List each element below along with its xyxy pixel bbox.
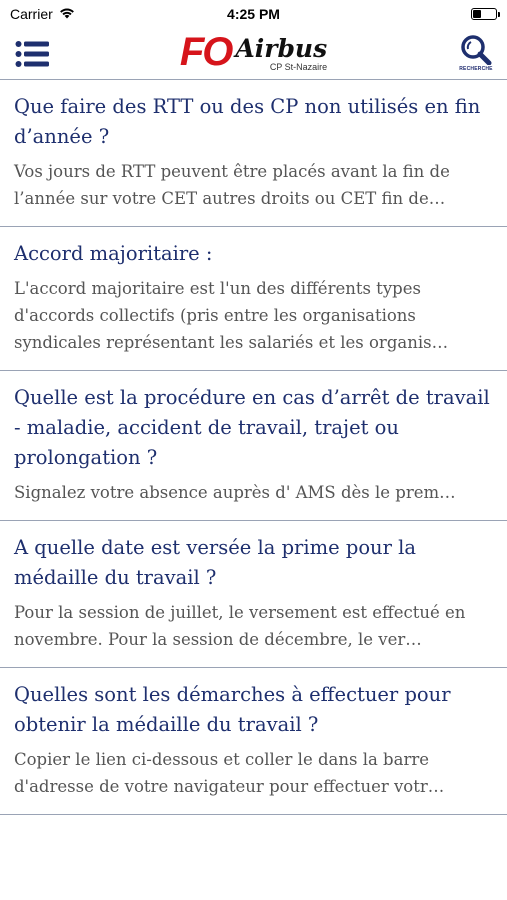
status-left: Carrier <box>10 6 75 22</box>
article-item[interactable]: Quelles sont les démarches à effectuer p… <box>0 668 507 815</box>
article-excerpt: L'accord majoritaire est l'un des différ… <box>14 279 449 352</box>
app-header: FO Airbus CP St-Nazaire RECHERCHE <box>0 28 507 80</box>
battery-icon <box>471 8 500 20</box>
article-list: Que faire des RTT ou des CP non utilisés… <box>0 80 507 815</box>
logo-fo: FO <box>179 30 234 74</box>
wifi-icon <box>59 6 75 22</box>
carrier-label: Carrier <box>10 6 53 22</box>
battery-level <box>473 10 481 18</box>
article-excerpt: Pour la session de juillet, le versement… <box>14 603 466 649</box>
status-bar: Carrier 4:25 PM <box>0 0 507 28</box>
article-excerpt: Copier le lien ci-dessous et coller le d… <box>14 750 445 796</box>
menu-button[interactable] <box>14 36 50 72</box>
article-excerpt: Vos jours de RTT peuvent être placés ava… <box>14 162 450 208</box>
article-item[interactable]: A quelle date est versée la prime pour l… <box>0 521 507 668</box>
article-title: A quelle date est versée la prime pour l… <box>14 536 416 589</box>
article-title: Que faire des RTT ou des CP non utilisés… <box>14 95 481 148</box>
article-item[interactable]: Accord majoritaire : L'accord majoritaire… <box>0 227 507 371</box>
logo-text: Airbus CP St-Nazaire <box>235 34 328 73</box>
article-item[interactable]: Quelle est la procédure en cas d’arrêt d… <box>0 371 507 521</box>
menu-icon <box>15 40 49 67</box>
search-label: RECHERCHE <box>459 66 493 72</box>
search-icon <box>461 35 492 65</box>
article-excerpt: Signalez votre absence auprès d' AMS dès… <box>14 483 456 502</box>
status-time: 4:25 PM <box>227 6 280 22</box>
article-title: Quelle est la procédure en cas d’arrêt d… <box>14 386 490 469</box>
article-title: Accord majoritaire : <box>14 242 213 265</box>
logo-airbus: Airbus <box>235 34 328 63</box>
search-button[interactable]: RECHERCHE <box>459 35 493 72</box>
article-item[interactable]: Que faire des RTT ou des CP non utilisés… <box>0 80 507 227</box>
app-logo: FO Airbus CP St-Nazaire <box>180 32 327 72</box>
article-title: Quelles sont les démarches à effectuer p… <box>14 683 451 736</box>
logo-subtitle: CP St-Nazaire <box>269 62 328 72</box>
